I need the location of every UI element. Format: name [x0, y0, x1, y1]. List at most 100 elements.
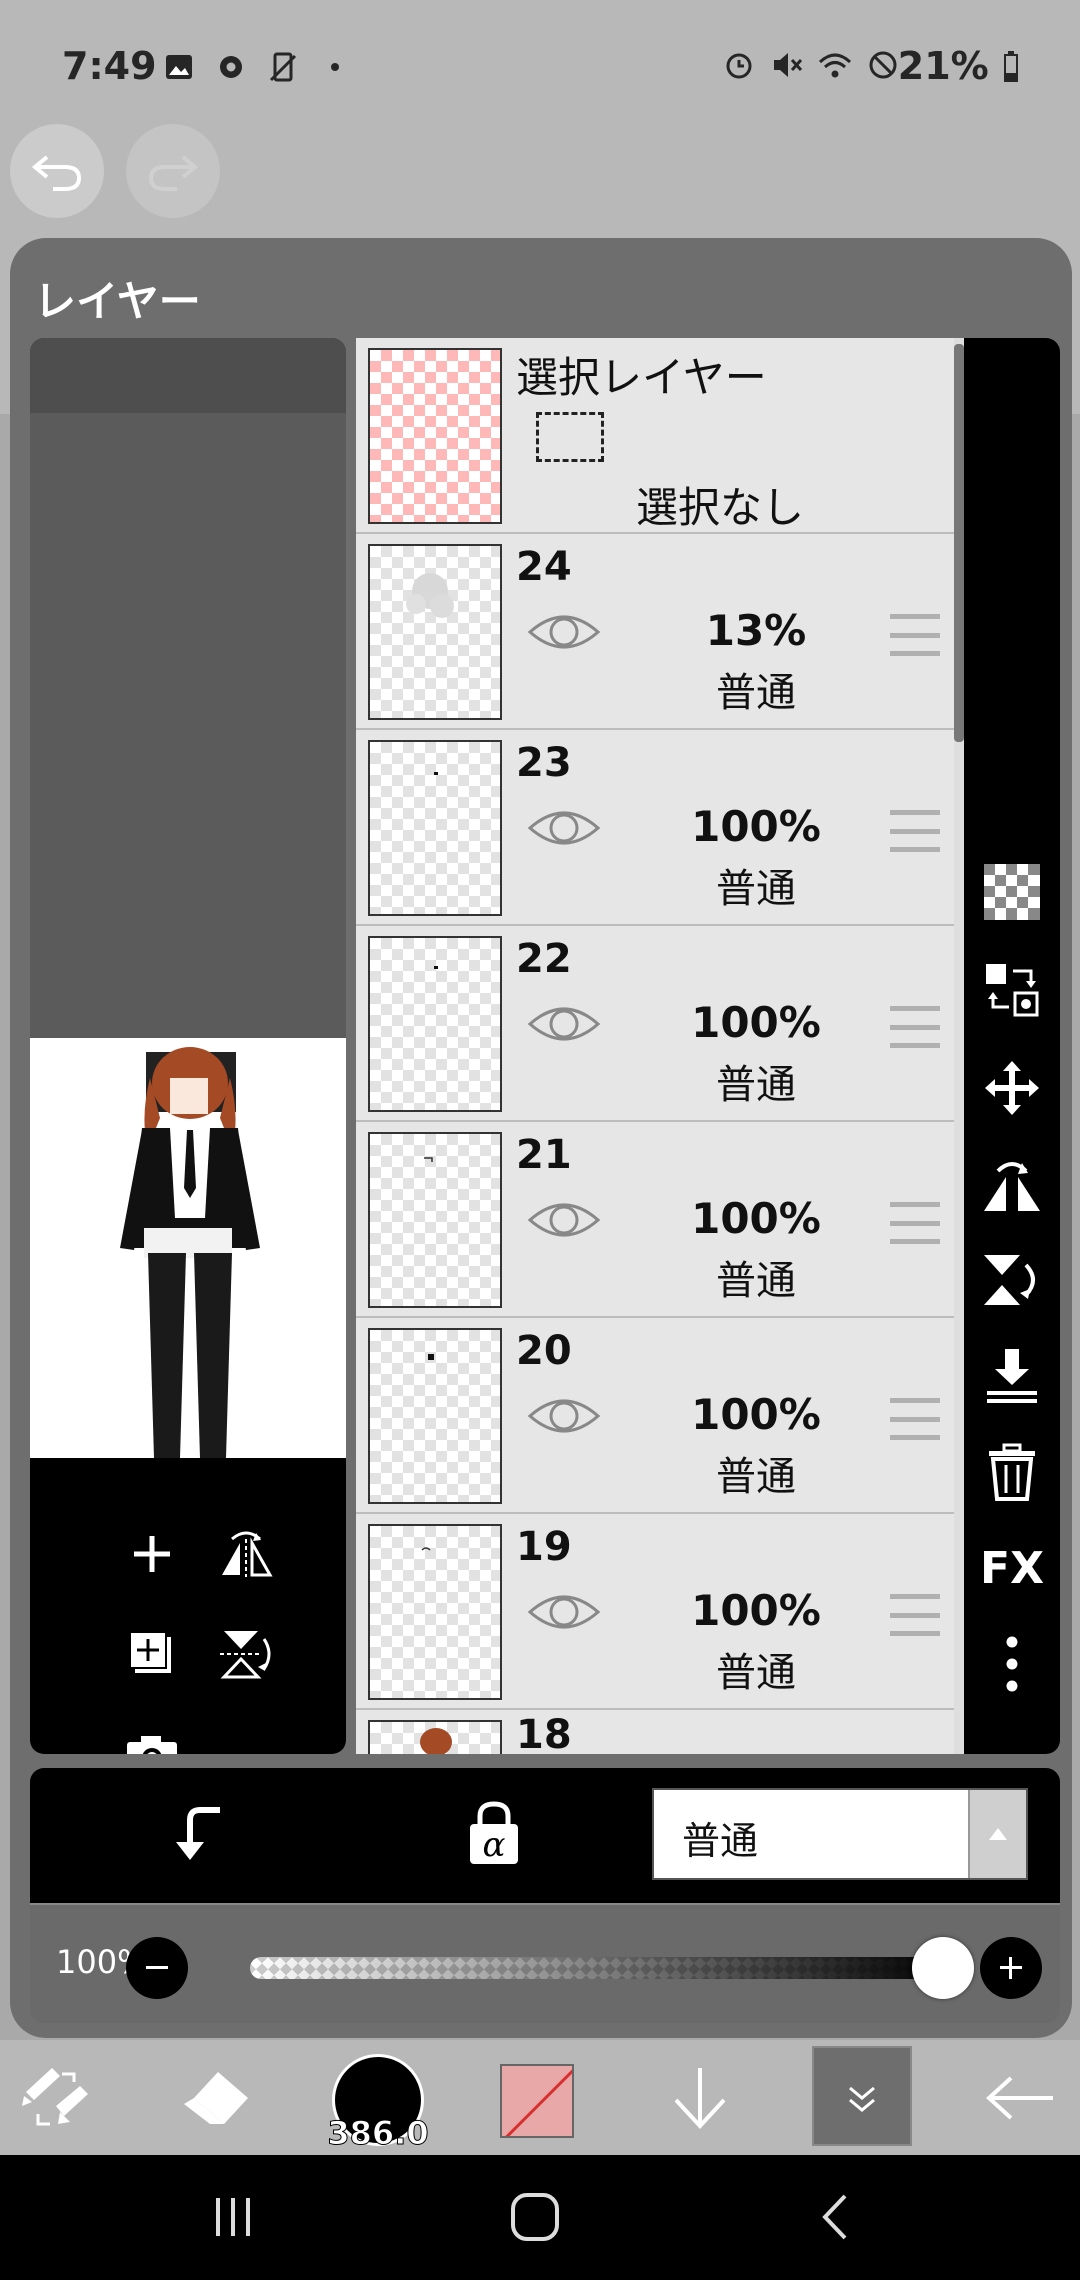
clip-icon: [176, 1807, 220, 1860]
layer-blend-mode: 普通: [716, 1258, 796, 1304]
merge-down-button[interactable]: [982, 1346, 1042, 1406]
visibility-eye-icon[interactable]: [526, 1390, 602, 1442]
alarm-icon: [722, 48, 756, 82]
status-icons-left: [162, 50, 352, 84]
color-swatch-button[interactable]: [500, 2064, 574, 2138]
battery-icon: [1004, 51, 1018, 82]
alpha-lock-icon: α: [470, 1801, 518, 1865]
delete-layer-button[interactable]: [982, 1442, 1042, 1502]
battery-level: 21%: [898, 44, 1020, 88]
add-layer-button[interactable]: [122, 1524, 182, 1584]
system-back-button[interactable]: [800, 2185, 870, 2249]
layer-down-button[interactable]: [660, 2040, 740, 2155]
layer-thumbnail: [368, 1524, 502, 1700]
back-button[interactable]: [980, 2040, 1060, 2155]
status-bar: 7:49 21%: [0, 0, 1080, 134]
settings-icon: [214, 50, 248, 84]
layer-opacity: 100%: [691, 802, 821, 851]
layer-row[interactable]: 22 100% 普通: [356, 926, 954, 1122]
layer-list-scrollbar[interactable]: [954, 344, 964, 742]
canvas-preview: [30, 338, 346, 1754]
drag-handle-icon[interactable]: [890, 1006, 940, 1048]
mute-icon: [770, 48, 804, 82]
drag-handle-icon[interactable]: [890, 1398, 940, 1440]
opacity-slider-bar: 100%: [30, 1903, 1060, 2023]
selection-layer-row[interactable]: 選択レイヤー 選択なし: [356, 338, 954, 534]
screen-rotate-icon: [266, 50, 300, 84]
layer-content-preview: [428, 1354, 434, 1360]
layer-row[interactable]: 20 100% 普通: [356, 1318, 954, 1514]
drag-handle-icon[interactable]: [890, 1202, 940, 1244]
visibility-eye-icon[interactable]: [526, 802, 602, 854]
layer-thumbnail: [368, 1328, 502, 1504]
clipping-button[interactable]: [170, 1804, 226, 1868]
camera-button[interactable]: [122, 1724, 182, 1754]
character-drawing: [120, 1047, 260, 1458]
more-icon: [1006, 1636, 1018, 1692]
opacity-decrease-button[interactable]: [126, 1937, 188, 1999]
layer-opacity: 100%: [691, 1586, 821, 1635]
eraser-button[interactable]: [176, 2040, 256, 2155]
layer-blend-mode: 普通: [716, 1062, 796, 1108]
tool-switch-button[interactable]: [16, 2040, 96, 2155]
opacity-slider-track[interactable]: [250, 1957, 950, 1979]
status-icons-right: [722, 48, 900, 82]
layer-blend-mode: 普通: [716, 670, 796, 716]
move-button[interactable]: [982, 1058, 1042, 1118]
undo-button[interactable]: [10, 124, 104, 218]
fx-button[interactable]: FX: [980, 1538, 1044, 1598]
layer-row[interactable]: 23 100% 普通: [356, 730, 954, 926]
svg-text:α: α: [483, 1825, 506, 1865]
system-navigation-bar: [0, 2155, 1080, 2280]
drag-handle-icon[interactable]: [890, 1594, 940, 1636]
duplicate-layer-button[interactable]: [122, 1624, 182, 1684]
layer-content-preview: [424, 1157, 433, 1162]
opacity-increase-button[interactable]: [980, 1937, 1042, 1999]
more-options-button[interactable]: [982, 1634, 1042, 1694]
layer-thumbnail: [368, 1132, 502, 1308]
alpha-lock-button[interactable]: α: [466, 1800, 522, 1870]
layer-opacity: 100%: [691, 1194, 821, 1243]
layer-list: 選択レイヤー 選択なし 24 13% 普通 23 100% 普通 22 100%…: [356, 338, 966, 1754]
blend-mode-value: 普通: [682, 1819, 759, 1863]
battery-percent: 21%: [897, 44, 989, 88]
layer-row[interactable]: 19 100% 普通: [356, 1514, 954, 1710]
layer-name: 18: [516, 1712, 572, 1754]
duplicate-layer-icon: [129, 1631, 171, 1673]
flip-horizontal-button[interactable]: [216, 1524, 276, 1584]
redo-button[interactable]: [126, 124, 220, 218]
visibility-eye-icon[interactable]: [526, 998, 602, 1050]
visibility-eye-icon[interactable]: [526, 1586, 602, 1638]
back-arrow-icon: [986, 2076, 1053, 2119]
plus-icon: [1000, 1957, 1022, 1979]
mirror-vertical-button[interactable]: [982, 1250, 1042, 1310]
layer-row[interactable]: 18: [356, 1710, 954, 1754]
layer-name: 24: [516, 544, 572, 590]
home-icon: [511, 2193, 559, 2241]
blend-mode-select[interactable]: 普通: [652, 1788, 1028, 1880]
visibility-eye-icon[interactable]: [526, 1194, 602, 1246]
recent-apps-button[interactable]: [198, 2185, 268, 2249]
opacity-slider-thumb[interactable]: [912, 1937, 974, 1999]
layer-name: 22: [516, 936, 572, 982]
dropdown-arrow-icon: [968, 1790, 1026, 1878]
bottom-toolbar: 386.0: [0, 2040, 1080, 2155]
add-layer-icon: [134, 1536, 170, 1572]
visibility-eye-icon[interactable]: [526, 606, 602, 658]
selection-layer-thumbnail: [368, 348, 502, 524]
home-button[interactable]: [500, 2185, 570, 2249]
layers-toggle-button[interactable]: [812, 2046, 912, 2146]
layer-swap-button[interactable]: [982, 960, 1042, 1020]
preview-canvas[interactable]: [30, 1038, 346, 1458]
transparent-fill-button[interactable]: [982, 862, 1042, 922]
layer-content-preview: [434, 966, 438, 969]
undo-icon: [31, 155, 82, 191]
layer-opacity: 13%: [705, 606, 807, 655]
layer-row[interactable]: 21 100% 普通: [356, 1122, 954, 1318]
drag-handle-icon[interactable]: [890, 614, 940, 656]
recent-apps-icon: [216, 2198, 250, 2236]
drag-handle-icon[interactable]: [890, 810, 940, 852]
flip-vertical-button[interactable]: [216, 1624, 276, 1684]
layer-row[interactable]: 24 13% 普通: [356, 534, 954, 730]
mirror-horizontal-button[interactable]: [982, 1154, 1042, 1214]
